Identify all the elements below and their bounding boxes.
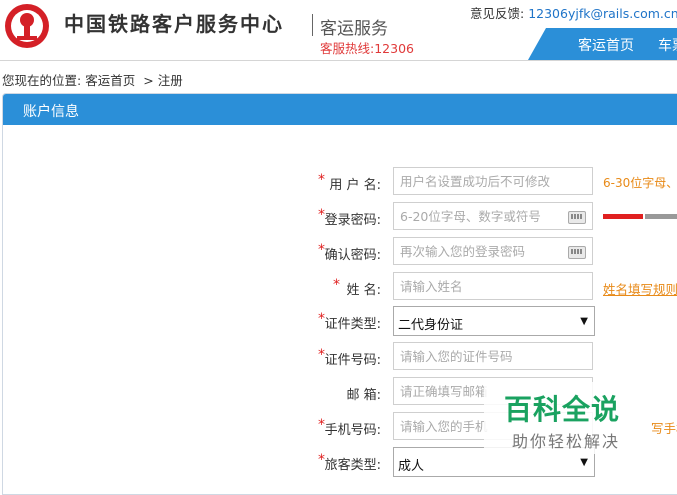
feedback-label: 意见反馈:	[470, 6, 525, 21]
breadcrumb-home-link[interactable]: 客运首页	[85, 73, 135, 88]
confirm-password-field	[393, 237, 593, 265]
feedback-email-link[interactable]: 12306yjfk@rails.com.cn	[528, 6, 677, 21]
id-type-row: * 证件类型: 二代身份证 ▼	[0, 306, 677, 336]
keyboard-icon[interactable]	[568, 246, 586, 259]
name-input[interactable]	[394, 273, 576, 299]
breadcrumb-prefix: 您现在的位置:	[2, 73, 82, 88]
breadcrumb: 您现在的位置: 客运首页 > 注册	[2, 70, 187, 89]
site-header: 中国铁路客户服务中心 客运服务 客服热线:12306 意见反馈: 12306yj…	[0, 0, 677, 61]
name-label: 姓 名:	[346, 283, 381, 298]
brand-subtitle: 客运服务	[320, 19, 388, 39]
panel-title: 账户信息	[23, 104, 79, 120]
username-label: 用 户 名:	[329, 178, 381, 193]
hotline-text: 客服热线:12306	[320, 41, 414, 56]
id-type-value: 二代身份证	[398, 318, 464, 333]
confirm-password-label: 确认密码:	[324, 248, 381, 263]
username-row: * 用 户 名: 6-30位字母、数	[0, 167, 677, 197]
strength-segment-medium	[645, 214, 677, 219]
breadcrumb-separator: >	[143, 73, 154, 88]
chevron-down-icon: ▼	[580, 457, 588, 468]
confirm-password-input[interactable]	[394, 238, 576, 264]
name-field	[393, 272, 593, 300]
id-number-row: * 证件号码:	[0, 342, 677, 372]
password-label: 登录密码:	[324, 213, 381, 228]
top-nav: 客运首页 车票	[528, 28, 677, 60]
keyboard-icon[interactable]	[568, 211, 586, 224]
name-rules-link[interactable]: 姓名填写规则	[603, 279, 677, 298]
phone-label: 手机号码:	[324, 423, 381, 438]
passenger-type-value: 成人	[398, 459, 425, 474]
phone-hint: 写手机	[651, 421, 677, 436]
panel-header	[3, 94, 677, 125]
id-type-label: 证件类型:	[324, 317, 381, 332]
confirm-password-row: * 确认密码:	[0, 237, 677, 267]
username-input[interactable]	[394, 168, 576, 194]
required-mark: *	[318, 172, 325, 188]
required-mark: *	[333, 277, 340, 293]
email-label: 邮 箱:	[346, 388, 381, 403]
id-number-input[interactable]	[394, 343, 576, 369]
nav-item-home[interactable]: 客运首页	[578, 35, 634, 55]
id-number-field	[393, 342, 593, 370]
breadcrumb-current: 注册	[157, 73, 183, 88]
watermark-subtitle: 助你轻松解决	[512, 432, 621, 451]
password-row: * 登录密码:	[0, 202, 677, 232]
passenger-type-label: 旅客类型:	[324, 458, 381, 473]
chevron-down-icon: ▼	[580, 316, 588, 327]
password-input[interactable]	[394, 203, 576, 229]
username-hint: 6-30位字母、数	[603, 176, 677, 190]
railway-logo-icon[interactable]	[4, 3, 50, 49]
id-type-select[interactable]: 二代身份证 ▼	[393, 306, 595, 336]
watermark: 百科全说 助你轻松解决	[484, 382, 644, 454]
watermark-title: 百科全说	[504, 393, 621, 426]
id-number-label: 证件号码:	[324, 353, 381, 368]
password-field	[393, 202, 593, 230]
brand-separator	[312, 14, 313, 36]
username-field	[393, 167, 593, 195]
feedback: 意见反馈: 12306yjfk@rails.com.cn	[470, 3, 677, 22]
brand-title: 中国铁路客户服务中心	[64, 12, 284, 36]
nav-item-tickets[interactable]: 车票	[658, 35, 677, 55]
name-row: * 姓 名: 姓名填写规则	[0, 272, 677, 302]
strength-segment-weak	[603, 214, 643, 219]
